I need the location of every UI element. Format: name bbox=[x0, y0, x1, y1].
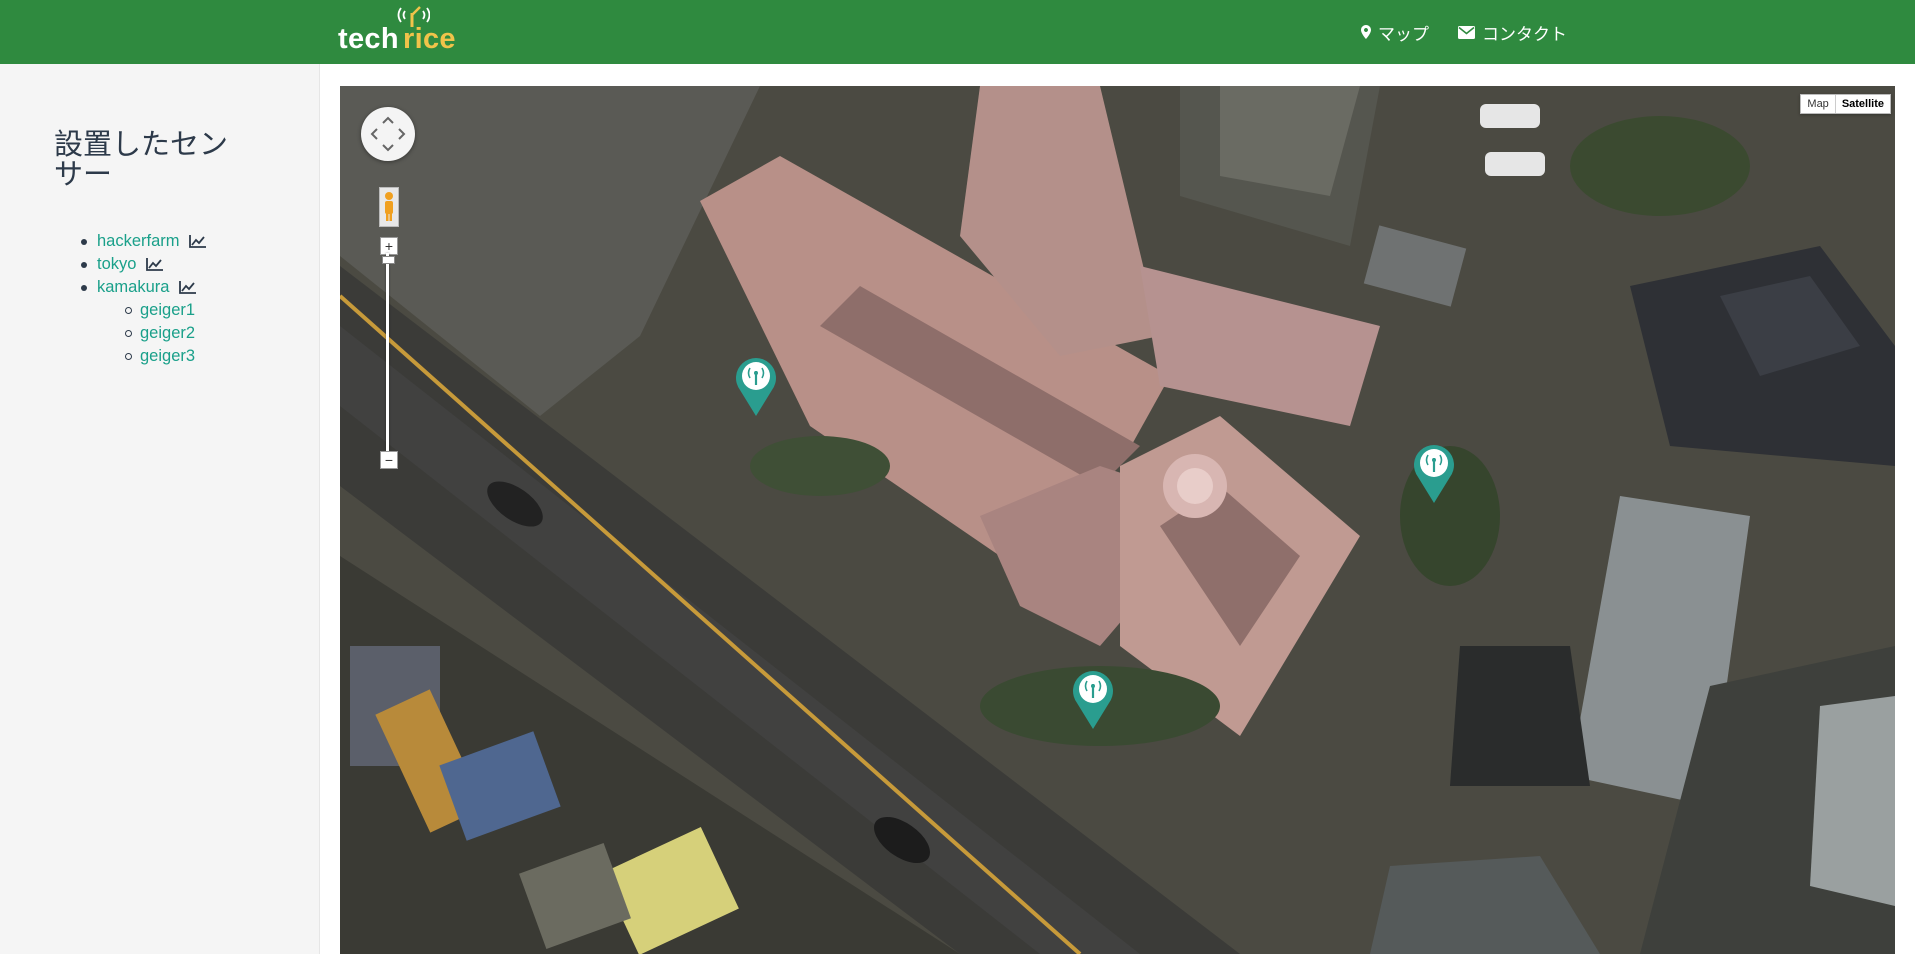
sensor-link-geiger3[interactable]: geiger3 bbox=[140, 347, 195, 365]
sensor-link-geiger2[interactable]: geiger2 bbox=[140, 324, 195, 342]
zoom-in-button[interactable]: + bbox=[380, 237, 398, 255]
navbar: tech rice マップ コンタクト bbox=[0, 0, 1915, 64]
list-item: geiger2 bbox=[54, 322, 206, 345]
line-chart-icon[interactable] bbox=[189, 235, 207, 248]
sensor-list: hackerfarm tokyo kamakura geiger1 geiger bbox=[54, 230, 207, 368]
nav-link-map[interactable]: マップ bbox=[1361, 20, 1429, 44]
nav-link-contact-label: コンタクト bbox=[1482, 24, 1567, 44]
logo-text-rice: rice bbox=[403, 23, 456, 55]
sensor-marker-icon[interactable] bbox=[1412, 443, 1456, 505]
techrice-logo[interactable]: tech rice bbox=[338, 5, 456, 55]
sensor-marker-icon[interactable] bbox=[1071, 669, 1115, 731]
list-item: geiger3 bbox=[54, 345, 206, 368]
list-item: tokyo bbox=[54, 253, 206, 276]
logo-text-tech: tech bbox=[338, 23, 399, 55]
sidebar-title: 設置したセンサー bbox=[54, 129, 229, 191]
zoom-slider-handle[interactable] bbox=[382, 256, 395, 264]
sidebar: 設置したセンサー hackerfarm tokyo kamakura geige… bbox=[0, 64, 320, 954]
street-view-pegman[interactable] bbox=[379, 187, 399, 227]
list-item: kamakura bbox=[54, 276, 206, 299]
nav-link-contact[interactable]: コンタクト bbox=[1458, 20, 1567, 44]
sensor-link-tokyo[interactable]: tokyo bbox=[97, 255, 136, 273]
nav-link-map-label: マップ bbox=[1378, 24, 1429, 44]
zoom-out-button[interactable]: − bbox=[380, 451, 398, 469]
list-item: geiger1 bbox=[54, 299, 206, 322]
map-marker-icon bbox=[1361, 25, 1371, 39]
pan-control[interactable] bbox=[361, 107, 415, 161]
sensor-link-geiger1[interactable]: geiger1 bbox=[140, 301, 195, 319]
sensor-marker-icon[interactable] bbox=[734, 356, 778, 418]
pegman-icon bbox=[385, 192, 393, 221]
line-chart-icon[interactable] bbox=[179, 281, 197, 294]
satellite-imagery bbox=[340, 86, 1895, 954]
sensor-link-kamakura[interactable]: kamakura bbox=[97, 278, 169, 296]
list-item: hackerfarm bbox=[54, 230, 207, 253]
sensor-link-hackerfarm[interactable]: hackerfarm bbox=[97, 232, 180, 250]
map-type-control: Map Satellite bbox=[1800, 94, 1891, 114]
map-type-map-button[interactable]: Map bbox=[1801, 95, 1834, 113]
pan-arrows-icon bbox=[370, 116, 406, 152]
envelope-icon bbox=[1458, 25, 1475, 39]
zoom-slider-track[interactable] bbox=[386, 253, 389, 451]
map-type-satellite-button[interactable]: Satellite bbox=[1834, 95, 1890, 113]
line-chart-icon[interactable] bbox=[146, 258, 164, 271]
satellite-map[interactable]: Map Satellite + − bbox=[340, 86, 1895, 954]
